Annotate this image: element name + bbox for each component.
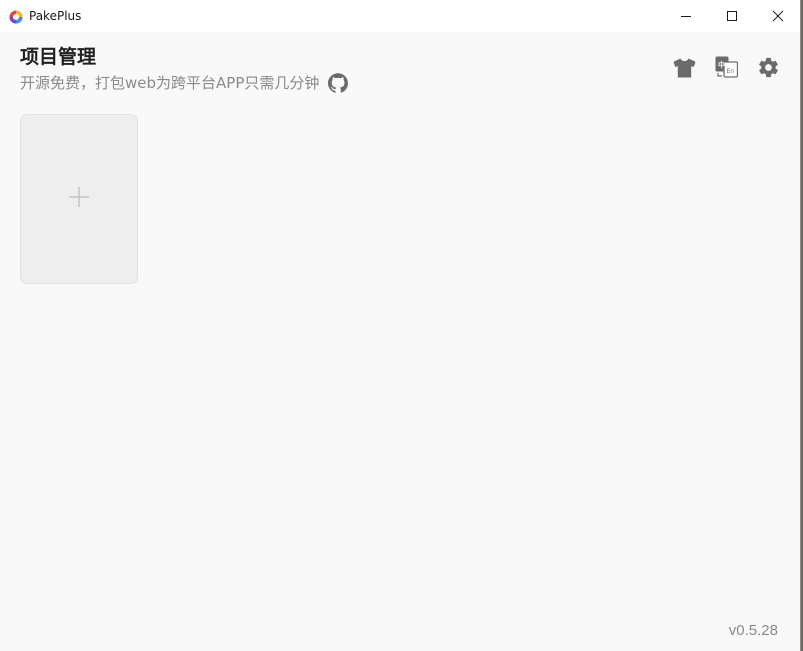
page-header: 项目管理 开源免费，打包web为跨平台APP只需几分钟 [20,44,349,94]
translate-icon[interactable]: 中 En [715,56,738,79]
version-label: v0.5.28 [728,622,778,639]
top-actions: 中 En [673,56,780,79]
window-title: PakePlus [29,9,82,23]
page-subtitle: 开源免费，打包web为跨平台APP只需几分钟 [20,74,320,92]
gear-icon[interactable] [757,56,780,79]
tshirt-icon[interactable] [673,56,696,79]
app-window: PakePlus 项目管理 开源免费，打包web为跨平台APP只需几分钟 中 E… [0,0,801,651]
svg-text:En: En [727,68,735,75]
minimize-button[interactable] [663,0,709,32]
minimize-icon [681,16,691,17]
window-controls [663,0,800,32]
plus-icon [68,186,90,212]
svg-text:中: 中 [718,60,725,69]
close-icon [772,10,784,22]
subtitle-row: 开源免费，打包web为跨平台APP只需几分钟 [20,72,349,94]
add-project-card[interactable] [20,114,138,284]
maximize-icon [727,11,737,21]
close-button[interactable] [755,0,800,32]
page-title: 项目管理 [20,46,97,68]
github-icon[interactable] [328,73,349,93]
maximize-button[interactable] [709,0,755,32]
pakeplus-logo-icon [9,9,23,24]
title-bar[interactable]: PakePlus [0,0,800,32]
